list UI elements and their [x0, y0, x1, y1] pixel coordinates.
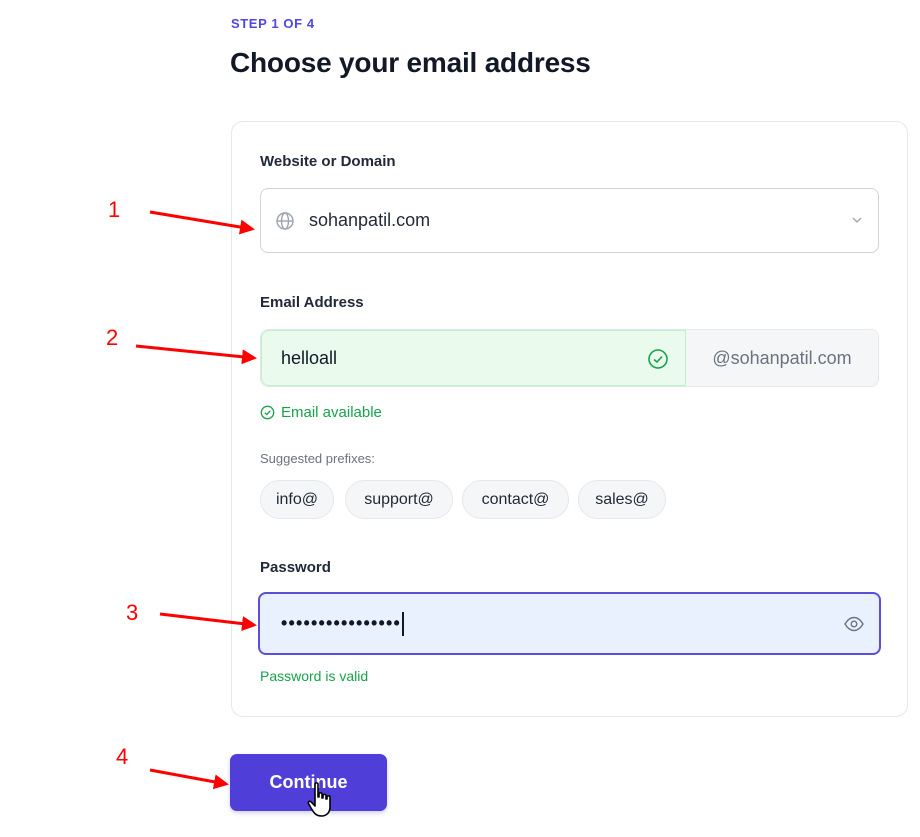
- annotation-arrow-4: [149, 768, 229, 790]
- annotation-arrow-3: [159, 612, 257, 632]
- annotation-arrow-1: [149, 210, 255, 235]
- annotation-arrows: [135, 210, 257, 790]
- annotation-arrow-2: [135, 344, 257, 365]
